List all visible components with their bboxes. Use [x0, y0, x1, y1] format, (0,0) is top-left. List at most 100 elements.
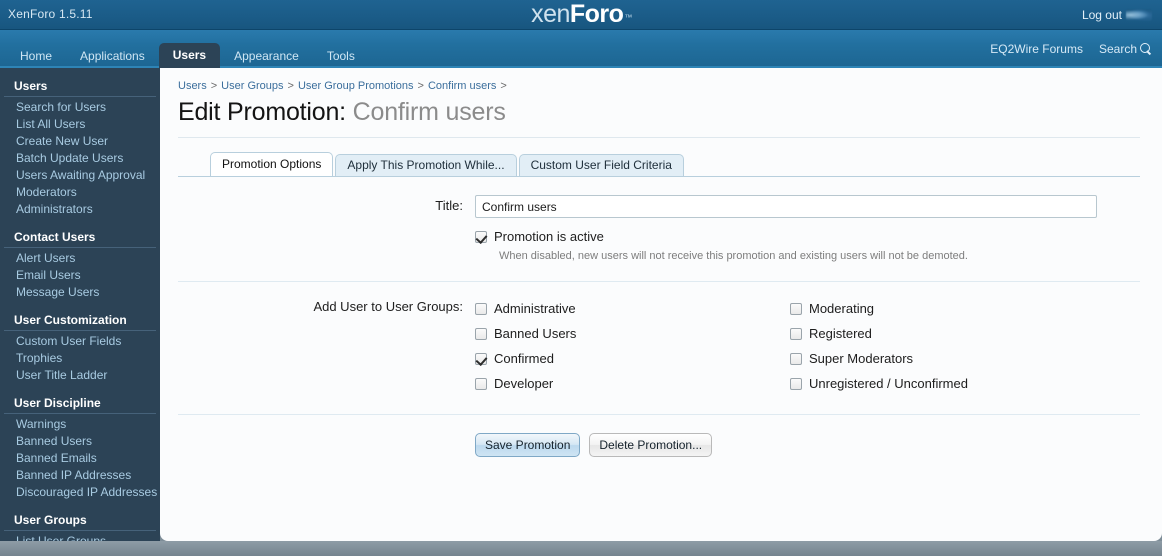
sidebar-item-email-users[interactable]: Email Users	[0, 267, 160, 284]
content-panel: Users > User Groups > User Group Promoti…	[160, 68, 1162, 541]
breadcrumb-separator: >	[287, 80, 294, 92]
main-nav: Home Applications Users Appearance Tools…	[0, 30, 1162, 68]
sidebar-group-title: User Groups	[4, 510, 156, 531]
sidebar-item-discouraged-ip-addresses[interactable]: Discouraged IP Addresses	[0, 484, 160, 501]
checkbox-registered[interactable]: Registered	[790, 321, 1105, 346]
breadcrumb: Users > User Groups > User Group Promoti…	[178, 78, 1140, 96]
checkbox-icon[interactable]	[475, 302, 487, 315]
checkbox-label: Confirmed	[494, 351, 554, 366]
checkbox-icon[interactable]	[790, 352, 802, 365]
checkbox-label: Unregistered / Unconfirmed	[809, 376, 968, 391]
sidebar-group-contact-users: Contact Users Alert Users Email Users Me…	[0, 227, 160, 301]
logout-link[interactable]: Log out	[1082, 8, 1122, 22]
search-link[interactable]: Search	[1099, 42, 1152, 56]
sidebar-item-search-for-users[interactable]: Search for Users	[0, 99, 160, 116]
sidebar-group-title: User Discipline	[4, 393, 156, 414]
sidebar-item-user-title-ladder[interactable]: User Title Ladder	[0, 367, 160, 384]
sidebar-item-administrators[interactable]: Administrators	[0, 201, 160, 218]
tab-promotion-options[interactable]: Promotion Options	[210, 152, 334, 176]
form-divider	[178, 281, 1140, 282]
tab-apply-this-promotion-while[interactable]: Apply This Promotion While...	[335, 154, 517, 176]
title-divider	[178, 137, 1140, 138]
checkbox-super-moderators[interactable]: Super Moderators	[790, 346, 1105, 371]
top-bar: XenForo 1.5.11 xenForo™ Log out	[0, 0, 1162, 30]
nav-tab-appearance[interactable]: Appearance	[220, 44, 313, 68]
checkbox-label: Super Moderators	[809, 351, 914, 366]
checkbox-icon[interactable]	[790, 302, 802, 315]
page-bottom-strip	[0, 541, 1162, 556]
sidebar: Users Search for Users List All Users Cr…	[0, 68, 160, 556]
delete-promotion-button[interactable]: Delete Promotion...	[589, 433, 713, 457]
title-input[interactable]	[475, 195, 1097, 218]
checkbox-unregistered-unconfirmed[interactable]: Unregistered / Unconfirmed	[790, 371, 1105, 396]
sidebar-group-title: User Customization	[4, 310, 156, 331]
sidebar-item-create-new-user[interactable]: Create New User	[0, 133, 160, 150]
nav-tab-tools[interactable]: Tools	[313, 44, 369, 68]
checkbox-banned-users[interactable]: Banned Users	[475, 321, 790, 346]
checkbox-icon[interactable]	[790, 327, 802, 340]
promotion-form: Title: Promotion is active When disabled…	[178, 177, 1140, 457]
sidebar-item-message-users[interactable]: Message Users	[0, 284, 160, 301]
logo-text-light: xen	[531, 0, 570, 28]
sidebar-item-batch-update-users[interactable]: Batch Update Users	[0, 150, 160, 167]
checkbox-icon[interactable]	[475, 230, 487, 243]
user-groups-row: Add User to User Groups: Administrative …	[178, 296, 1140, 404]
sidebar-item-list-all-users[interactable]: List All Users	[0, 116, 160, 133]
sidebar-item-banned-users[interactable]: Banned Users	[0, 433, 160, 450]
sidebar-item-custom-user-fields[interactable]: Custom User Fields	[0, 333, 160, 350]
checkbox-icon[interactable]	[790, 377, 802, 390]
logo-text-bold: Foro	[569, 0, 624, 28]
avatar	[1126, 9, 1152, 21]
sidebar-item-banned-ip-addresses[interactable]: Banned IP Addresses	[0, 467, 160, 484]
sidebar-item-moderators[interactable]: Moderators	[0, 184, 160, 201]
promotion-active-checkbox[interactable]: Promotion is active	[475, 226, 1140, 247]
checkbox-icon[interactable]	[475, 352, 487, 365]
active-row: Promotion is active When disabled, new u…	[178, 226, 1140, 271]
checkbox-label: Registered	[809, 326, 872, 341]
user-groups-column-left: Administrative Banned Users Confirmed De…	[475, 296, 790, 396]
title-row: Title:	[178, 195, 1140, 226]
checkbox-label: Moderating	[809, 301, 875, 316]
breadcrumb-item-users[interactable]: Users	[178, 80, 207, 92]
xenforo-logo: xenForo™	[0, 0, 1162, 30]
tab-custom-user-field-criteria[interactable]: Custom User Field Criteria	[518, 154, 684, 176]
page-title-value: Confirm users	[352, 98, 506, 126]
save-promotion-button[interactable]: Save Promotion	[475, 433, 581, 457]
breadcrumb-item-user-group-promotions[interactable]: User Group Promotions	[298, 80, 414, 92]
checkbox-developer[interactable]: Developer	[475, 371, 790, 396]
logout-area[interactable]: Log out	[1082, 0, 1152, 30]
nav-tab-home[interactable]: Home	[6, 44, 66, 68]
breadcrumb-separator: >	[500, 80, 507, 92]
promotion-active-hint: When disabled, new users will not receiv…	[499, 250, 968, 262]
sidebar-item-banned-emails[interactable]: Banned Emails	[0, 450, 160, 467]
checkbox-icon[interactable]	[475, 377, 487, 390]
sidebar-group-users: Users Search for Users List All Users Cr…	[0, 76, 160, 218]
sidebar-group-title: Users	[4, 76, 156, 97]
admin-page: XenForo 1.5.11 xenForo™ Log out Home App…	[0, 0, 1162, 556]
sidebar-group-user-customization: User Customization Custom User Fields Tr…	[0, 310, 160, 384]
sidebar-group-user-discipline: User Discipline Warnings Banned Users Ba…	[0, 393, 160, 501]
sidebar-item-warnings[interactable]: Warnings	[0, 416, 160, 433]
nav-right-links: EQ2Wire Forums Search	[990, 30, 1152, 68]
checkbox-icon[interactable]	[475, 327, 487, 340]
nav-tab-users[interactable]: Users	[158, 43, 221, 68]
checkbox-label: Developer	[494, 376, 554, 391]
sidebar-item-alert-users[interactable]: Alert Users	[0, 250, 160, 267]
breadcrumb-item-user-groups[interactable]: User Groups	[221, 80, 283, 92]
title-label: Title:	[435, 198, 463, 213]
forums-link[interactable]: EQ2Wire Forums	[990, 42, 1083, 56]
breadcrumb-separator: >	[210, 80, 218, 92]
page-title: Edit Promotion: Confirm users	[178, 96, 1140, 137]
breadcrumb-item-confirm-users[interactable]: Confirm users	[428, 80, 496, 92]
form-actions: Save Promotion Delete Promotion...	[178, 429, 1140, 457]
nav-tab-applications[interactable]: Applications	[66, 44, 159, 68]
trademark-icon: ™	[624, 13, 632, 22]
sidebar-group-title: Contact Users	[4, 227, 156, 248]
sidebar-item-trophies[interactable]: Trophies	[0, 350, 160, 367]
form-tab-list: Promotion Options Apply This Promotion W…	[210, 152, 1140, 176]
checkbox-administrative[interactable]: Administrative	[475, 296, 790, 321]
checkbox-confirmed[interactable]: Confirmed	[475, 346, 790, 371]
sidebar-item-users-awaiting-approval[interactable]: Users Awaiting Approval	[0, 167, 160, 184]
nav-tab-list: Home Applications Users Appearance Tools	[6, 30, 369, 68]
checkbox-moderating[interactable]: Moderating	[790, 296, 1105, 321]
